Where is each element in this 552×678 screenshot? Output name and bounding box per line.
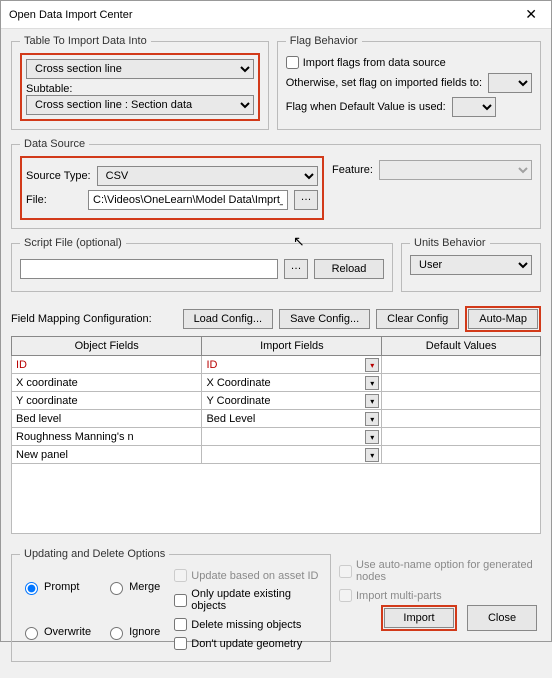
automap-highlight: Auto-Map (465, 306, 541, 332)
table-select[interactable]: Cross section line (26, 59, 254, 79)
close-button[interactable]: Close (467, 605, 537, 631)
default-value-cell[interactable] (382, 392, 541, 410)
object-field-cell: Roughness Manning's n (12, 428, 202, 446)
import-highlight: Import (381, 605, 457, 631)
sourcetype-label: Source Type: (26, 170, 91, 182)
object-field-cell: Bed level (12, 410, 202, 428)
radio-merge[interactable] (110, 582, 123, 595)
default-used-label: Flag when Default Value is used: (286, 101, 446, 113)
reload-button[interactable]: Reload (314, 259, 384, 279)
otherwise-select[interactable] (488, 73, 532, 93)
chevron-down-icon[interactable]: ▾ (365, 430, 379, 444)
units-legend: Units Behavior (410, 237, 490, 249)
chk-no-geom-label: Don't update geometry (191, 638, 302, 650)
import-field-cell[interactable]: Bed Level▾ (202, 410, 382, 428)
chk-autoname-label: Use auto-name option for generated nodes (356, 559, 541, 583)
table-row: New panel ▾ (12, 446, 541, 464)
file-input[interactable] (88, 190, 288, 210)
save-config-button[interactable]: Save Config... (279, 309, 370, 329)
file-browse-button[interactable]: … (294, 190, 318, 210)
default-value-cell[interactable] (382, 410, 541, 428)
chk-delete-missing-label: Delete missing objects (191, 619, 301, 631)
chk-asset-id-label: Update based on asset ID (191, 570, 318, 582)
import-field-cell[interactable]: ▾ (202, 446, 382, 464)
table-highlight: Cross section line Subtable: Cross secti… (20, 53, 260, 121)
object-field-cell: X coordinate (12, 374, 202, 392)
col-import-fields: Import Fields (202, 337, 382, 356)
chevron-down-icon[interactable]: ▾ (365, 358, 379, 372)
chk-asset-id (174, 569, 187, 582)
radio-overwrite-label: Overwrite (44, 626, 91, 638)
radio-overwrite[interactable] (25, 627, 38, 640)
default-used-select[interactable] (452, 97, 496, 117)
radio-ignore[interactable] (110, 627, 123, 640)
import-field-cell[interactable]: X Coordinate▾ (202, 374, 382, 392)
object-field-cell: Y coordinate (12, 392, 202, 410)
file-label: File: (26, 194, 82, 206)
table-row: Roughness Manning's n ▾ (12, 428, 541, 446)
chk-multiparts (339, 589, 352, 602)
col-default-values: Default Values (382, 337, 541, 356)
import-flags-checkbox[interactable] (286, 56, 299, 69)
window-title: Open Data Import Center (9, 9, 133, 21)
import-flags-label: Import flags from data source (303, 57, 446, 69)
subtable-label: Subtable: (26, 83, 254, 95)
chk-multiparts-label: Import multi-parts (356, 590, 442, 602)
automap-button[interactable]: Auto-Map (468, 309, 538, 329)
chevron-down-icon[interactable]: ▾ (365, 448, 379, 462)
datasource-legend: Data Source (20, 138, 89, 150)
mapping-empty-area (11, 464, 541, 534)
mapping-table: Object Fields Import Fields Default Valu… (11, 336, 541, 464)
script-legend: Script File (optional) (20, 237, 126, 249)
radio-prompt[interactable] (25, 582, 38, 595)
chevron-down-icon[interactable]: ▾ (365, 376, 379, 390)
import-field-cell[interactable]: Y Coordinate▾ (202, 392, 382, 410)
update-legend: Updating and Delete Options (20, 548, 169, 560)
default-value-cell[interactable] (382, 428, 541, 446)
col-object-fields: Object Fields (12, 337, 202, 356)
radio-ignore-label: Ignore (129, 626, 160, 638)
feature-select (379, 160, 532, 180)
script-browse-button[interactable]: … (284, 259, 308, 279)
otherwise-label: Otherwise, set flag on imported fields t… (286, 77, 482, 89)
object-field-cell: New panel (12, 446, 202, 464)
units-select[interactable]: User (410, 255, 532, 275)
table-row: Y coordinateY Coordinate▾ (12, 392, 541, 410)
table-row: Bed levelBed Level▾ (12, 410, 541, 428)
table-row: IDID▾ (12, 356, 541, 374)
load-config-button[interactable]: Load Config... (183, 309, 274, 329)
table-legend: Table To Import Data Into (20, 35, 151, 47)
object-field-cell: ID (12, 356, 202, 374)
sourcetype-select[interactable]: CSV (97, 166, 318, 186)
chk-only-existing-label: Only update existing objects (191, 588, 322, 612)
chk-no-geom[interactable] (174, 637, 187, 650)
default-value-cell[interactable] (382, 356, 541, 374)
default-value-cell[interactable] (382, 446, 541, 464)
chevron-down-icon[interactable]: ▾ (365, 394, 379, 408)
datasource-highlight: Source Type: CSV File: … (20, 156, 324, 220)
radio-merge-label: Merge (129, 581, 160, 593)
subtable-select[interactable]: Cross section line : Section data (26, 95, 254, 115)
config-label: Field Mapping Configuration: (11, 313, 152, 325)
clear-config-button[interactable]: Clear Config (376, 309, 459, 329)
close-icon[interactable]: ✕ (519, 4, 543, 25)
import-button[interactable]: Import (384, 608, 454, 628)
import-field-cell[interactable]: ▾ (202, 428, 382, 446)
chk-autoname (339, 565, 352, 578)
flag-legend: Flag Behavior (286, 35, 362, 47)
script-input[interactable] (20, 259, 278, 279)
chk-only-existing[interactable] (174, 594, 187, 607)
chk-delete-missing[interactable] (174, 618, 187, 631)
table-row: X coordinateX Coordinate▾ (12, 374, 541, 392)
feature-label: Feature: (332, 164, 373, 176)
chevron-down-icon[interactable]: ▾ (365, 412, 379, 426)
import-field-cell[interactable]: ID▾ (202, 356, 382, 374)
radio-prompt-label: Prompt (44, 581, 79, 593)
default-value-cell[interactable] (382, 374, 541, 392)
